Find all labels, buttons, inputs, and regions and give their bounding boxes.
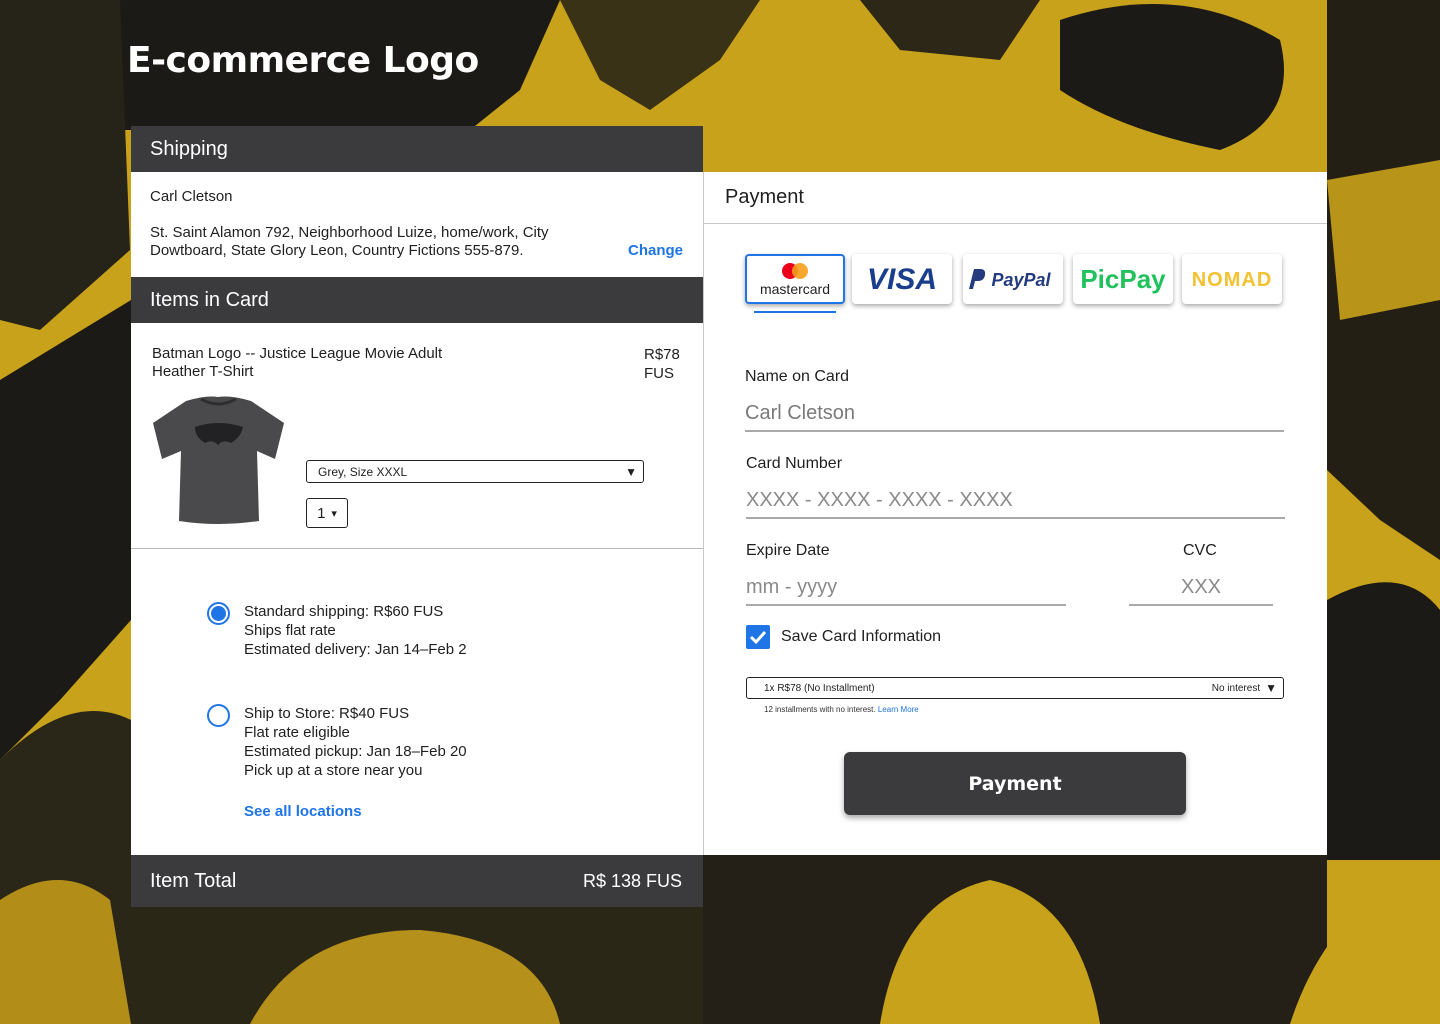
payment-method-nomad[interactable]: NOMAD — [1182, 254, 1282, 304]
ship-to-store-line: Estimated pickup: Jan 18–Feb 20 — [244, 743, 467, 760]
checkmark-icon — [749, 630, 767, 645]
items-header: Items in Card — [131, 277, 703, 323]
item-total-bar: Item Total R$ 138 FUS — [131, 855, 703, 907]
payment-method-paypal[interactable]: PayPal — [963, 254, 1063, 304]
ship-to-store-line: Flat rate eligible — [244, 724, 350, 741]
quantity-value: 1 — [317, 504, 326, 522]
ecommerce-logo[interactable]: E-commerce Logo — [127, 40, 479, 81]
product-name: Batman Logo -- Justice League Movie Adul… — [152, 345, 443, 380]
tshirt-image — [153, 396, 284, 524]
recipient-name: Carl Cletson — [150, 188, 233, 205]
installments-value: 1x R$78 (No Installment) — [764, 682, 875, 694]
shipping-address: St. Saint Alamon 792, Neighborhood Luize… — [150, 224, 549, 259]
picpay-label: PicPay — [1080, 264, 1166, 294]
variant-select[interactable]: Grey, Size XXXL ▼ — [306, 460, 644, 483]
installments-select[interactable]: 1x R$78 (No Installment) No interest ▼ — [746, 677, 1284, 699]
ship-to-store-radio[interactable] — [207, 704, 230, 727]
installments-tag: No interest — [1211, 682, 1261, 694]
change-address-link[interactable]: Change — [628, 242, 683, 259]
ship-to-store-title: Ship to Store: R$40 FUS — [244, 705, 410, 722]
ship-to-store-line: Pick up at a store near you — [244, 762, 423, 779]
items-title: Items in Card — [150, 288, 269, 311]
payment-method-mastercard[interactable]: mastercard — [745, 254, 845, 304]
payment-panel: Payment mastercard VISA PayPal PicPay NO… — [703, 172, 1327, 855]
caret-down-icon: ▾ — [331, 507, 337, 520]
standard-shipping-radio[interactable] — [207, 602, 230, 625]
card-number-label: Card Number — [746, 455, 843, 472]
save-card-label: Save Card Information — [781, 628, 942, 645]
card-number-input[interactable] — [746, 484, 1285, 519]
cart-item: Batman Logo -- Justice League Movie Adul… — [131, 323, 703, 549]
learn-more-link[interactable]: Learn More — [878, 705, 919, 714]
item-total-label: Item Total — [150, 869, 237, 892]
product-price: R$78 FUS — [644, 346, 680, 382]
cvc-input[interactable] — [1129, 571, 1273, 606]
item-total-value: R$ 138 FUS — [582, 870, 682, 891]
name-on-card-input[interactable] — [745, 397, 1284, 432]
installments-note: 12 installments with no interest. — [764, 705, 876, 714]
dropdown-arrow-icon: ▼ — [1265, 681, 1277, 695]
payment-method-picpay[interactable]: PicPay — [1073, 254, 1173, 304]
installments-tag-group: No interest ▼ — [1212, 681, 1277, 695]
shipping-options: Standard shipping: R$60 FUS Ships flat r… — [131, 549, 703, 855]
dropdown-arrow-icon: ▼ — [625, 464, 637, 479]
see-all-locations-link[interactable]: See all locations — [244, 803, 362, 820]
cvc-label: CVC — [1183, 542, 1217, 559]
payment-title: Payment — [725, 186, 804, 208]
standard-shipping-option: Standard shipping: R$60 FUS Ships flat r… — [244, 602, 467, 659]
payment-method-visa[interactable]: VISA — [852, 254, 952, 304]
expire-date-input[interactable] — [746, 571, 1066, 606]
standard-shipping-title: Standard shipping: R$60 FUS — [244, 603, 444, 620]
standard-shipping-line: Estimated delivery: Jan 14–Feb 2 — [244, 641, 467, 658]
expire-date-label: Expire Date — [746, 542, 830, 559]
order-summary-panel: Shipping Carl Cletson St. Saint Alamon 7… — [131, 126, 703, 907]
visa-label: VISA — [867, 263, 937, 296]
mastercard-logo-icon: mastercard — [760, 263, 830, 297]
ship-to-store-option: Ship to Store: R$40 FUS Flat rate eligib… — [244, 704, 467, 780]
visa-logo-icon: VISA — [867, 263, 937, 296]
nomad-label: NOMAD — [1192, 269, 1273, 291]
quantity-select[interactable]: 1 ▾ — [306, 498, 348, 528]
shipping-address-section: Carl Cletson St. Saint Alamon 792, Neigh… — [131, 172, 703, 277]
standard-shipping-line: Ships flat rate — [244, 622, 336, 639]
paypal-label: PayPal — [991, 270, 1051, 290]
variant-value: Grey, Size XXXL — [318, 464, 408, 479]
nomad-logo-icon: NOMAD — [1192, 269, 1273, 291]
installments-note-row: 12 installments with no interest. Learn … — [764, 705, 919, 714]
payment-button[interactable]: Payment — [844, 752, 1186, 815]
save-card-checkbox[interactable] — [746, 625, 770, 649]
shipping-header: Shipping — [131, 126, 703, 172]
mastercard-label: mastercard — [760, 281, 830, 297]
picpay-logo-icon: PicPay — [1080, 264, 1166, 294]
name-on-card-label: Name on Card — [745, 368, 850, 385]
selected-method-indicator — [754, 311, 836, 313]
payment-header: Payment — [704, 172, 1327, 224]
shipping-title: Shipping — [150, 137, 228, 160]
paypal-logo-icon: PayPal — [969, 269, 1052, 290]
